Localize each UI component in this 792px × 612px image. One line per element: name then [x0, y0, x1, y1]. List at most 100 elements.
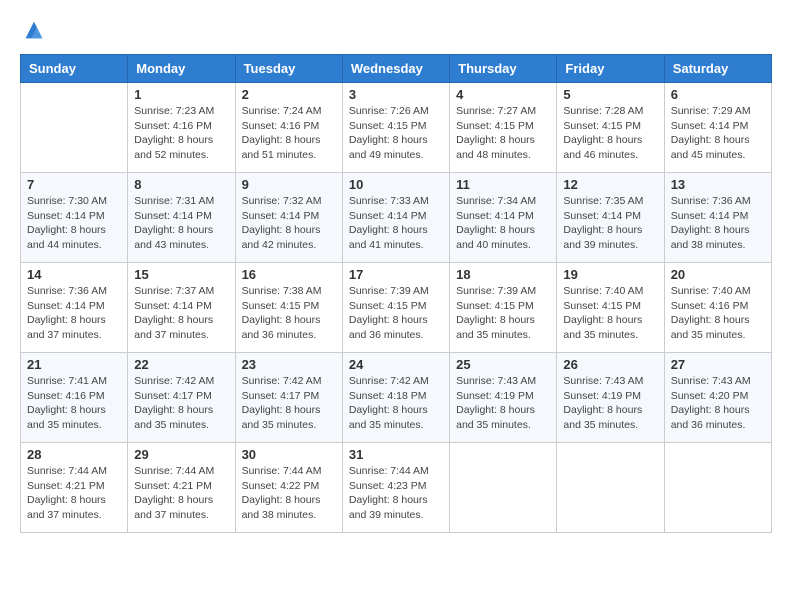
- day-number: 21: [27, 357, 121, 372]
- day-number: 11: [456, 177, 550, 192]
- calendar-cell: 10 Sunrise: 7:33 AMSunset: 4:14 PMDayligh…: [342, 173, 449, 263]
- calendar-table: SundayMondayTuesdayWednesdayThursdayFrid…: [20, 54, 772, 533]
- calendar-cell: 1 Sunrise: 7:23 AMSunset: 4:16 PMDaylight…: [128, 83, 235, 173]
- day-number: 19: [563, 267, 657, 282]
- day-number: 4: [456, 87, 550, 102]
- logo: [20, 16, 52, 44]
- day-info: Sunrise: 7:36 AMSunset: 4:14 PMDaylight:…: [27, 284, 121, 343]
- calendar-cell: 25 Sunrise: 7:43 AMSunset: 4:19 PMDayligh…: [450, 353, 557, 443]
- day-info: Sunrise: 7:44 AMSunset: 4:21 PMDaylight:…: [134, 464, 228, 523]
- logo-icon: [20, 16, 48, 44]
- calendar-cell: 26 Sunrise: 7:43 AMSunset: 4:19 PMDayligh…: [557, 353, 664, 443]
- column-header-wednesday: Wednesday: [342, 55, 449, 83]
- calendar-cell: 16 Sunrise: 7:38 AMSunset: 4:15 PMDayligh…: [235, 263, 342, 353]
- day-info: Sunrise: 7:38 AMSunset: 4:15 PMDaylight:…: [242, 284, 336, 343]
- column-header-monday: Monday: [128, 55, 235, 83]
- calendar-cell: 2 Sunrise: 7:24 AMSunset: 4:16 PMDaylight…: [235, 83, 342, 173]
- day-number: 2: [242, 87, 336, 102]
- day-info: Sunrise: 7:33 AMSunset: 4:14 PMDaylight:…: [349, 194, 443, 253]
- calendar-cell: 31 Sunrise: 7:44 AMSunset: 4:23 PMDayligh…: [342, 443, 449, 533]
- day-number: 25: [456, 357, 550, 372]
- calendar-cell: 13 Sunrise: 7:36 AMSunset: 4:14 PMDayligh…: [664, 173, 771, 263]
- calendar-cell: 23 Sunrise: 7:42 AMSunset: 4:17 PMDayligh…: [235, 353, 342, 443]
- page-header: [20, 16, 772, 44]
- day-number: 7: [27, 177, 121, 192]
- calendar-week-row: 1 Sunrise: 7:23 AMSunset: 4:16 PMDaylight…: [21, 83, 772, 173]
- day-number: 24: [349, 357, 443, 372]
- calendar-cell: 6 Sunrise: 7:29 AMSunset: 4:14 PMDaylight…: [664, 83, 771, 173]
- day-number: 23: [242, 357, 336, 372]
- day-number: 26: [563, 357, 657, 372]
- column-header-sunday: Sunday: [21, 55, 128, 83]
- calendar-week-row: 28 Sunrise: 7:44 AMSunset: 4:21 PMDayligh…: [21, 443, 772, 533]
- day-info: Sunrise: 7:26 AMSunset: 4:15 PMDaylight:…: [349, 104, 443, 163]
- column-header-tuesday: Tuesday: [235, 55, 342, 83]
- calendar-cell: [664, 443, 771, 533]
- day-info: Sunrise: 7:28 AMSunset: 4:15 PMDaylight:…: [563, 104, 657, 163]
- day-number: 27: [671, 357, 765, 372]
- calendar-week-row: 7 Sunrise: 7:30 AMSunset: 4:14 PMDaylight…: [21, 173, 772, 263]
- calendar-cell: 21 Sunrise: 7:41 AMSunset: 4:16 PMDayligh…: [21, 353, 128, 443]
- day-info: Sunrise: 7:43 AMSunset: 4:19 PMDaylight:…: [456, 374, 550, 433]
- column-header-friday: Friday: [557, 55, 664, 83]
- day-info: Sunrise: 7:44 AMSunset: 4:23 PMDaylight:…: [349, 464, 443, 523]
- calendar-cell: 4 Sunrise: 7:27 AMSunset: 4:15 PMDaylight…: [450, 83, 557, 173]
- day-number: 14: [27, 267, 121, 282]
- day-number: 28: [27, 447, 121, 462]
- day-info: Sunrise: 7:40 AMSunset: 4:16 PMDaylight:…: [671, 284, 765, 343]
- day-info: Sunrise: 7:23 AMSunset: 4:16 PMDaylight:…: [134, 104, 228, 163]
- day-info: Sunrise: 7:44 AMSunset: 4:22 PMDaylight:…: [242, 464, 336, 523]
- column-header-saturday: Saturday: [664, 55, 771, 83]
- day-number: 13: [671, 177, 765, 192]
- day-info: Sunrise: 7:27 AMSunset: 4:15 PMDaylight:…: [456, 104, 550, 163]
- calendar-cell: [557, 443, 664, 533]
- calendar-cell: 27 Sunrise: 7:43 AMSunset: 4:20 PMDayligh…: [664, 353, 771, 443]
- day-number: 8: [134, 177, 228, 192]
- day-number: 15: [134, 267, 228, 282]
- calendar-cell: 8 Sunrise: 7:31 AMSunset: 4:14 PMDaylight…: [128, 173, 235, 263]
- calendar-cell: 19 Sunrise: 7:40 AMSunset: 4:15 PMDayligh…: [557, 263, 664, 353]
- day-info: Sunrise: 7:41 AMSunset: 4:16 PMDaylight:…: [27, 374, 121, 433]
- calendar-cell: [450, 443, 557, 533]
- day-info: Sunrise: 7:24 AMSunset: 4:16 PMDaylight:…: [242, 104, 336, 163]
- day-number: 5: [563, 87, 657, 102]
- day-number: 1: [134, 87, 228, 102]
- day-number: 9: [242, 177, 336, 192]
- day-number: 18: [456, 267, 550, 282]
- day-info: Sunrise: 7:31 AMSunset: 4:14 PMDaylight:…: [134, 194, 228, 253]
- day-number: 16: [242, 267, 336, 282]
- day-number: 20: [671, 267, 765, 282]
- day-info: Sunrise: 7:36 AMSunset: 4:14 PMDaylight:…: [671, 194, 765, 253]
- calendar-cell: 30 Sunrise: 7:44 AMSunset: 4:22 PMDayligh…: [235, 443, 342, 533]
- day-info: Sunrise: 7:43 AMSunset: 4:20 PMDaylight:…: [671, 374, 765, 433]
- day-info: Sunrise: 7:40 AMSunset: 4:15 PMDaylight:…: [563, 284, 657, 343]
- day-info: Sunrise: 7:35 AMSunset: 4:14 PMDaylight:…: [563, 194, 657, 253]
- calendar-cell: 29Sunrise: 7:44 AMSunset: 4:21 PMDayligh…: [128, 443, 235, 533]
- calendar-week-row: 21 Sunrise: 7:41 AMSunset: 4:16 PMDayligh…: [21, 353, 772, 443]
- day-info: Sunrise: 7:39 AMSunset: 4:15 PMDaylight:…: [456, 284, 550, 343]
- calendar-header-row: SundayMondayTuesdayWednesdayThursdayFrid…: [21, 55, 772, 83]
- day-number: 6: [671, 87, 765, 102]
- day-info: Sunrise: 7:43 AMSunset: 4:19 PMDaylight:…: [563, 374, 657, 433]
- calendar-cell: 3 Sunrise: 7:26 AMSunset: 4:15 PMDaylight…: [342, 83, 449, 173]
- calendar-cell: 20 Sunrise: 7:40 AMSunset: 4:16 PMDayligh…: [664, 263, 771, 353]
- day-info: Sunrise: 7:42 AMSunset: 4:18 PMDaylight:…: [349, 374, 443, 433]
- day-info: Sunrise: 7:44 AMSunset: 4:21 PMDaylight:…: [27, 464, 121, 523]
- day-number: 17: [349, 267, 443, 282]
- calendar-cell: 14 Sunrise: 7:36 AMSunset: 4:14 PMDayligh…: [21, 263, 128, 353]
- calendar-cell: 22Sunrise: 7:42 AMSunset: 4:17 PMDayligh…: [128, 353, 235, 443]
- calendar-cell: 15Sunrise: 7:37 AMSunset: 4:14 PMDayligh…: [128, 263, 235, 353]
- day-info: Sunrise: 7:32 AMSunset: 4:14 PMDaylight:…: [242, 194, 336, 253]
- day-number: 22: [134, 357, 228, 372]
- day-number: 3: [349, 87, 443, 102]
- day-info: Sunrise: 7:30 AMSunset: 4:14 PMDaylight:…: [27, 194, 121, 253]
- calendar-cell: 18 Sunrise: 7:39 AMSunset: 4:15 PMDayligh…: [450, 263, 557, 353]
- day-number: 10: [349, 177, 443, 192]
- day-info: Sunrise: 7:29 AMSunset: 4:14 PMDaylight:…: [671, 104, 765, 163]
- calendar-week-row: 14 Sunrise: 7:36 AMSunset: 4:14 PMDayligh…: [21, 263, 772, 353]
- day-number: 30: [242, 447, 336, 462]
- column-header-thursday: Thursday: [450, 55, 557, 83]
- calendar-cell: 28 Sunrise: 7:44 AMSunset: 4:21 PMDayligh…: [21, 443, 128, 533]
- day-number: 31: [349, 447, 443, 462]
- day-info: Sunrise: 7:42 AMSunset: 4:17 PMDaylight:…: [242, 374, 336, 433]
